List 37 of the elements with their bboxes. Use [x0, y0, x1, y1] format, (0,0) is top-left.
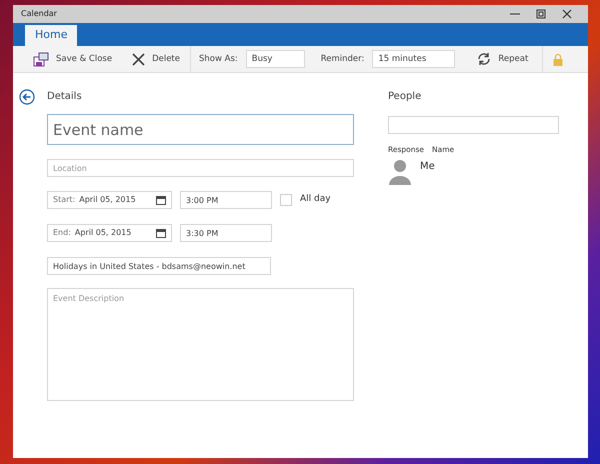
time-field[interactable]: 3:00 PM [180, 191, 272, 209]
delete-button[interactable]: Delete [126, 52, 186, 66]
date-field[interactable]: Start: April 05, 2015 [47, 191, 172, 209]
details-heading: Details [47, 90, 83, 104]
date-value: April 05, 2015 [79, 194, 137, 206]
back-button[interactable] [19, 89, 35, 105]
repeat-button[interactable]: Repeat [471, 52, 534, 66]
calendar-icon [156, 195, 166, 205]
window-title: Calendar [21, 8, 57, 20]
date-field[interactable]: End: April 05, 2015 [47, 224, 172, 242]
attendee-name: Me [420, 160, 435, 174]
repeat-icon [477, 52, 492, 66]
close-icon [562, 9, 572, 19]
reminder-field[interactable]: 15 minutes [372, 50, 456, 68]
calendar-field[interactable]: Holidays in United States - bdsams@neowin.net [47, 257, 271, 275]
lock-icon [553, 52, 564, 66]
save-close-button[interactable]: Save & Close [27, 52, 118, 66]
event-name-field[interactable]: Event name [47, 114, 354, 145]
all-day-checkbox[interactable] [280, 194, 292, 206]
calendar-icon [156, 228, 166, 238]
reminder-label: Reminder: [320, 52, 364, 66]
description-field[interactable]: Event Description [47, 288, 354, 401]
people-heading: People [388, 90, 422, 104]
date-label: Start: [53, 194, 76, 206]
person-icon [388, 159, 412, 186]
date-label: End: [53, 227, 71, 239]
location-field[interactable]: Location [47, 159, 354, 177]
show-as-field[interactable]: Busy [246, 50, 305, 68]
people-field[interactable] [388, 116, 559, 134]
date-value: April 05, 2015 [74, 227, 132, 239]
time-field[interactable]: 3:30 PM [180, 224, 272, 242]
all-day-label: All day [300, 193, 331, 206]
show-as-label: Show As: [199, 52, 238, 66]
save-icon [33, 52, 49, 66]
maximize-icon [536, 9, 546, 19]
x-icon [132, 52, 146, 66]
ribbon-tab[interactable]: Home [25, 24, 78, 46]
